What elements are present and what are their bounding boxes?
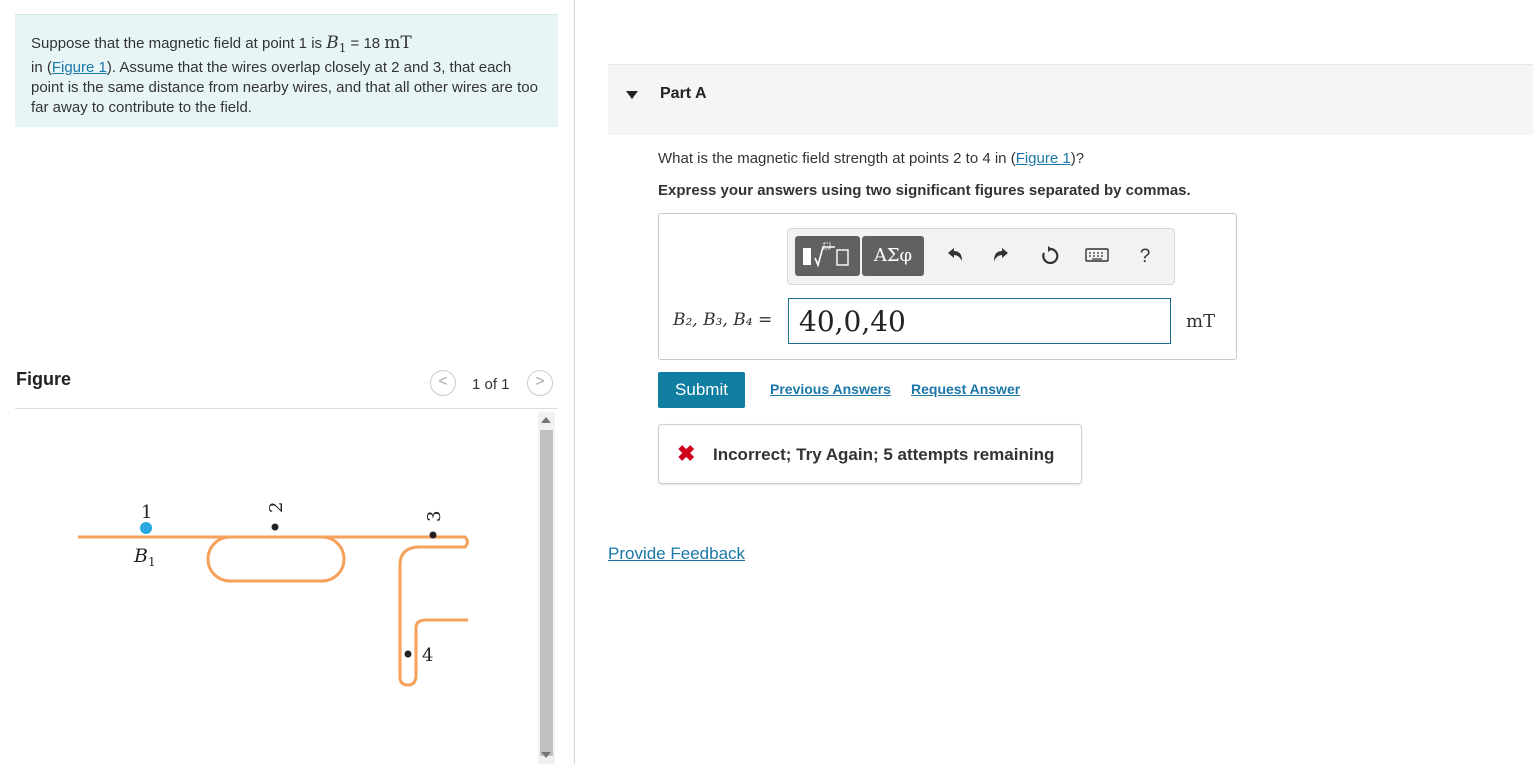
point-4-label: 4 bbox=[422, 645, 433, 666]
loop-wire bbox=[206, 535, 346, 583]
b1-figure-label: B bbox=[133, 545, 148, 567]
point-1-label: 1 bbox=[141, 502, 152, 523]
reset-icon[interactable] bbox=[1037, 245, 1063, 269]
chevron-right-icon[interactable]: > bbox=[527, 370, 553, 396]
scroll-thumb[interactable] bbox=[540, 430, 553, 756]
b1-unit: mT bbox=[384, 33, 412, 53]
scroll-up-icon[interactable] bbox=[541, 417, 551, 423]
chevron-left-icon[interactable]: < bbox=[430, 370, 456, 396]
question-text: What is the magnetic field strength at p… bbox=[658, 150, 1084, 167]
figure-link[interactable]: Figure 1 bbox=[52, 59, 107, 76]
previous-answers-link[interactable]: Previous Answers bbox=[770, 381, 891, 397]
problem-text-before: Suppose that the magnetic field at point… bbox=[31, 35, 327, 52]
part-title: Part A bbox=[660, 85, 707, 102]
redo-icon[interactable] bbox=[988, 245, 1014, 269]
point-3-dot bbox=[429, 531, 437, 539]
math-toolbar: ΑΣφ ? bbox=[787, 228, 1175, 285]
point-3-label: 3 bbox=[424, 511, 445, 522]
b1-symbol: B bbox=[326, 33, 339, 53]
symbols-button[interactable]: ΑΣφ bbox=[862, 236, 924, 276]
request-answer-link[interactable]: Request Answer bbox=[911, 381, 1020, 397]
b1-figure-subscript: 1 bbox=[148, 555, 156, 569]
templates-icon[interactable] bbox=[795, 236, 860, 276]
figure-count: 1 of 1 bbox=[472, 376, 510, 393]
question-after: )? bbox=[1070, 150, 1085, 167]
problem-statement: Suppose that the magnetic field at point… bbox=[15, 14, 558, 127]
feedback-text: Incorrect; Try Again; 5 attempts remaini… bbox=[713, 445, 1055, 464]
problem-text-after: ). Assume that the wires overlap closely… bbox=[31, 59, 538, 116]
question-before: What is the magnetic field strength at p… bbox=[658, 150, 1016, 167]
point-2-dot bbox=[271, 523, 279, 531]
undo-icon[interactable] bbox=[942, 245, 968, 269]
caret-down-icon[interactable] bbox=[626, 91, 638, 99]
l-shaped-wire bbox=[398, 545, 468, 687]
answer-input[interactable] bbox=[788, 298, 1171, 344]
panel-divider bbox=[574, 0, 575, 764]
b1-equals: = 18 bbox=[346, 35, 385, 52]
figure-divider bbox=[15, 408, 558, 409]
answer-label: B₂, B₃, B₄ = bbox=[673, 310, 773, 330]
help-button[interactable]: ? bbox=[1132, 245, 1158, 269]
figure-heading: Figure bbox=[16, 369, 72, 389]
answer-box: ΑΣφ ? B₂, B₃, B₄ = mT bbox=[658, 213, 1237, 360]
feedback-message: ✖ Incorrect; Try Again; 5 attempts remai… bbox=[658, 424, 1082, 484]
figure-scrollbar[interactable] bbox=[538, 412, 555, 764]
scroll-down-icon[interactable] bbox=[541, 752, 551, 758]
answer-unit: mT bbox=[1186, 311, 1216, 332]
point-1-dot bbox=[140, 522, 152, 534]
point-4-dot bbox=[404, 650, 412, 658]
keyboard-icon[interactable] bbox=[1084, 245, 1110, 269]
wire-figure: 1 2 3 4 B 1 bbox=[78, 502, 469, 687]
instructions: Express your answers using two significa… bbox=[658, 182, 1191, 199]
question-figure-link[interactable]: Figure 1 bbox=[1016, 150, 1071, 167]
submit-button[interactable]: Submit bbox=[658, 372, 745, 408]
point-2-label: 2 bbox=[266, 502, 287, 513]
x-icon: ✖ bbox=[677, 441, 696, 466]
problem-text-in: in ( bbox=[31, 59, 52, 76]
part-a-header[interactable]: Part A bbox=[608, 64, 1533, 135]
provide-feedback-link[interactable]: Provide Feedback bbox=[608, 544, 745, 564]
